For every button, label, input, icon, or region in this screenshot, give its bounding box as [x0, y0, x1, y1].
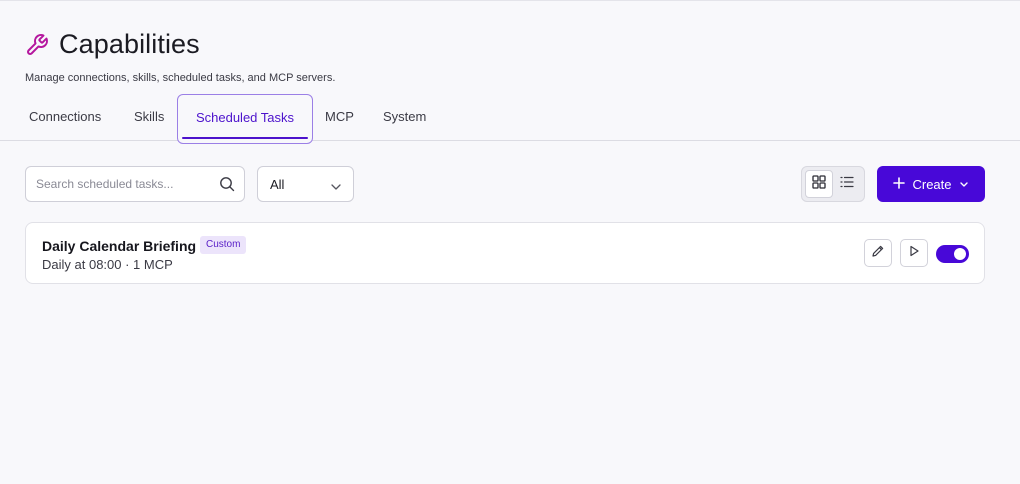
task-title: Daily Calendar Briefing — [42, 238, 197, 254]
create-button[interactable]: Create — [877, 166, 985, 202]
chevron-down-icon — [330, 180, 342, 190]
capabilities-page: Capabilities Manage connections, skills,… — [0, 0, 1020, 484]
edit-task-button[interactable] — [864, 239, 892, 267]
tab-label: Scheduled Tasks — [195, 110, 295, 125]
plus-icon — [893, 176, 906, 192]
tab-skills[interactable]: Skills — [134, 93, 164, 141]
pencil-icon — [871, 244, 885, 263]
play-icon — [907, 244, 921, 263]
grid-icon — [812, 174, 826, 194]
task-schedule: Daily at 08:00 · 1 MCP — [42, 257, 173, 272]
page-title: Capabilities — [59, 29, 200, 59]
create-label: Create — [912, 176, 952, 192]
page-header: Capabilities — [25, 29, 200, 60]
run-task-button[interactable] — [900, 239, 928, 267]
list-view-button[interactable] — [833, 170, 861, 198]
tab-label: Skills — [134, 109, 165, 124]
task-badge: Custom — [200, 236, 247, 254]
view-mode-toggle — [801, 166, 865, 202]
tab-label: Connections — [29, 109, 102, 124]
filter-select[interactable]: All — [257, 166, 354, 202]
search-input[interactable] — [26, 177, 206, 191]
tab-bar: Connections Skills Scheduled Tasks MCP S… — [0, 93, 1020, 144]
tab-label: System — [383, 109, 427, 124]
tab-connections[interactable]: Connections — [29, 93, 101, 141]
active-tab-indicator — [182, 137, 308, 139]
chevron-down-icon — [959, 177, 969, 192]
search-icon[interactable] — [219, 176, 235, 192]
task-enabled-toggle[interactable] — [936, 245, 969, 263]
list-icon — [840, 175, 854, 194]
task-card[interactable]: Daily Calendar Briefing Custom Daily at … — [25, 222, 985, 284]
filter-value: All — [270, 176, 285, 192]
tab-scheduled-tasks[interactable]: Scheduled Tasks — [177, 94, 313, 144]
search-box — [25, 166, 245, 202]
tab-label: MCP — [325, 109, 354, 124]
toggle-knob — [954, 248, 966, 260]
page-subtitle: Manage connections, skills, scheduled ta… — [25, 72, 336, 84]
grid-view-button[interactable] — [805, 170, 833, 198]
tab-mcp[interactable]: MCP — [325, 93, 354, 141]
wrench-icon — [25, 32, 51, 58]
tab-system[interactable]: System — [383, 93, 426, 141]
